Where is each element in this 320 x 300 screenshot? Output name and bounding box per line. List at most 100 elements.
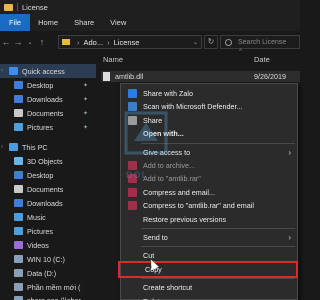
sidebar-item-drive-d[interactable]: Data (D:) <box>0 266 96 280</box>
menu-item-label: Compress to "amtlib.rar" and email <box>143 201 254 211</box>
refresh-icon: ↻ <box>207 37 215 46</box>
star-icon <box>9 67 18 75</box>
column-header: ^ Name Date <box>97 49 300 67</box>
file-name: amtlib.dll <box>115 72 144 81</box>
sidebar-item-documents[interactable]: Documents ✦ <box>0 106 96 120</box>
chevron-right-icon[interactable]: › <box>1 68 9 74</box>
refresh-button[interactable]: ↻ <box>204 35 218 49</box>
sidebar-item-this-pc[interactable]: › This PC <box>0 140 96 154</box>
sidebar-item-downloads[interactable]: Downloads ✦ <box>0 92 96 106</box>
up-arrow-icon[interactable]: ↑ <box>36 37 48 47</box>
sidebar-item-drive-c[interactable]: WIN 10 (C:) <box>0 252 96 266</box>
winrar-icon <box>128 161 137 170</box>
menu-item-label: Delete <box>143 297 164 300</box>
search-placeholder: Search License <box>238 38 287 46</box>
menu-item-label: Share with Zalo <box>143 89 193 98</box>
sidebar-item-music[interactable]: Music <box>0 210 96 224</box>
chevron-right-icon: › <box>288 233 291 242</box>
sidebar-item-videos[interactable]: Videos <box>0 238 96 252</box>
computer-icon <box>9 143 18 151</box>
column-name-header[interactable]: Name <box>103 55 123 64</box>
breadcrumb-parent[interactable]: Ado... <box>84 38 104 47</box>
sidebar-item-desktop[interactable]: Desktop ✦ <box>0 78 96 92</box>
menu-item-share-with-zalo[interactable]: Share with Zalo <box>121 87 297 100</box>
sidebar-item-label: Pictures <box>27 226 53 236</box>
document-icon <box>14 185 23 193</box>
chevron-right-icon: › <box>77 37 80 47</box>
tab-file[interactable]: File <box>0 14 31 31</box>
network-drive-icon <box>14 296 23 300</box>
chevron-right-icon: › <box>288 147 291 157</box>
chevron-right-icon[interactable]: › <box>1 144 9 150</box>
sidebar-item-label: 3D Objects <box>27 156 63 166</box>
menu-item-label: Create shortcut <box>143 283 193 293</box>
tab-view[interactable]: View <box>102 14 134 31</box>
sidebar-item-label: This PC <box>22 142 48 152</box>
cube-icon <box>14 157 23 165</box>
menu-item-restore-previous-versions[interactable]: Restore previous versions <box>121 213 297 226</box>
menu-item-label: Restore previous versions <box>143 214 227 224</box>
recent-dropdown-icon[interactable]: ⌄ <box>24 39 36 46</box>
menu-item-compress-and-email[interactable]: Compress and email... <box>121 186 297 199</box>
menu-separator <box>141 228 295 229</box>
divider <box>17 3 18 11</box>
address-bar-row: ← → ⌄ ↑ › Ado... › License ⌄ ↻ Search Li… <box>0 33 300 51</box>
sidebar-item-label: Data (D:) <box>27 268 57 278</box>
menu-item-label: Add to archive... <box>143 161 195 170</box>
desktop-icon <box>14 81 23 89</box>
winrar-icon <box>128 187 137 197</box>
sidebar-item-downloads[interactable]: Downloads <box>0 196 96 210</box>
sidebar-item-drive-new-software[interactable]: Phần mềm mới ( <box>0 280 96 294</box>
tab-home[interactable]: Home <box>30 14 66 31</box>
winrar-icon <box>128 201 137 211</box>
sidebar-item-documents[interactable]: Documents <box>0 182 96 196</box>
folder-icon <box>4 3 13 11</box>
download-icon <box>14 95 23 103</box>
sort-arrow-icon: ^ <box>239 49 242 55</box>
sidebar-item-share-seo[interactable]: share seo (\\shar <box>0 293 96 300</box>
sidebar-item-label: Quick access <box>22 66 65 76</box>
sidebar-item-3d-objects[interactable]: 3D Objects <box>0 154 96 168</box>
menu-item-label: Send to <box>143 233 168 242</box>
download-icon <box>14 199 23 207</box>
menu-item-delete[interactable]: Delete <box>121 295 297 300</box>
sidebar-item-label: Pictures <box>27 122 53 132</box>
navigation-pane: › Quick access Desktop ✦ Downloads ✦ Documents… <box>0 60 96 300</box>
sidebar-item-label: Phần mềm mới ( <box>27 282 81 292</box>
sidebar-item-label: Downloads <box>27 198 63 208</box>
menu-item-compress-to-amtlib-rar-and-email[interactable]: Compress to "amtlib.rar" and email <box>121 199 297 212</box>
chevron-down-icon[interactable]: ⌄ <box>193 39 198 46</box>
search-input[interactable]: Search License <box>220 35 300 49</box>
sidebar-item-desktop[interactable]: Desktop <box>0 168 96 182</box>
breadcrumb-current[interactable]: License <box>114 38 140 47</box>
column-date-header[interactable]: Date <box>254 55 270 64</box>
drive-icon <box>14 269 23 277</box>
drive-icon <box>14 283 23 291</box>
tab-share[interactable]: Share <box>66 14 102 31</box>
back-arrow-icon[interactable]: ← <box>0 37 12 47</box>
sidebar-item-quick-access[interactable]: › Quick access <box>0 64 96 78</box>
ribbon-tabs: File Home Share View <box>0 14 300 31</box>
menu-item-copy[interactable]: Copy <box>118 260 298 278</box>
title-bar: License <box>0 0 300 14</box>
file-row[interactable]: amtlib.dll 9/26/2019 11:3 <box>101 71 300 90</box>
sidebar-item-label: Desktop <box>27 80 54 90</box>
pin-icon: ✦ <box>82 96 88 103</box>
menu-item-send-to[interactable]: Send to › <box>121 231 297 244</box>
menu-item-label: Compress and email... <box>143 187 215 197</box>
sidebar-item-label: Videos <box>27 240 49 250</box>
sidebar-item-label: Desktop <box>27 170 54 180</box>
menu-item-create-shortcut[interactable]: Create shortcut <box>121 281 297 294</box>
sidebar-item-pictures[interactable]: Pictures ✦ <box>0 120 96 134</box>
sidebar-item-label: Documents <box>27 184 64 194</box>
sidebar-item-label: Downloads <box>27 94 63 104</box>
sidebar-item-pictures[interactable]: Pictures <box>0 224 96 238</box>
menu-separator <box>141 246 295 248</box>
sidebar-item-label: Documents <box>27 108 64 118</box>
picture-icon <box>14 227 23 235</box>
pin-icon: ✦ <box>82 124 88 131</box>
forward-arrow-icon[interactable]: → <box>12 37 24 47</box>
picture-icon <box>14 123 23 131</box>
address-field[interactable]: › Ado... › License ⌄ <box>58 35 202 49</box>
sidebar-item-label: Music <box>27 212 46 222</box>
